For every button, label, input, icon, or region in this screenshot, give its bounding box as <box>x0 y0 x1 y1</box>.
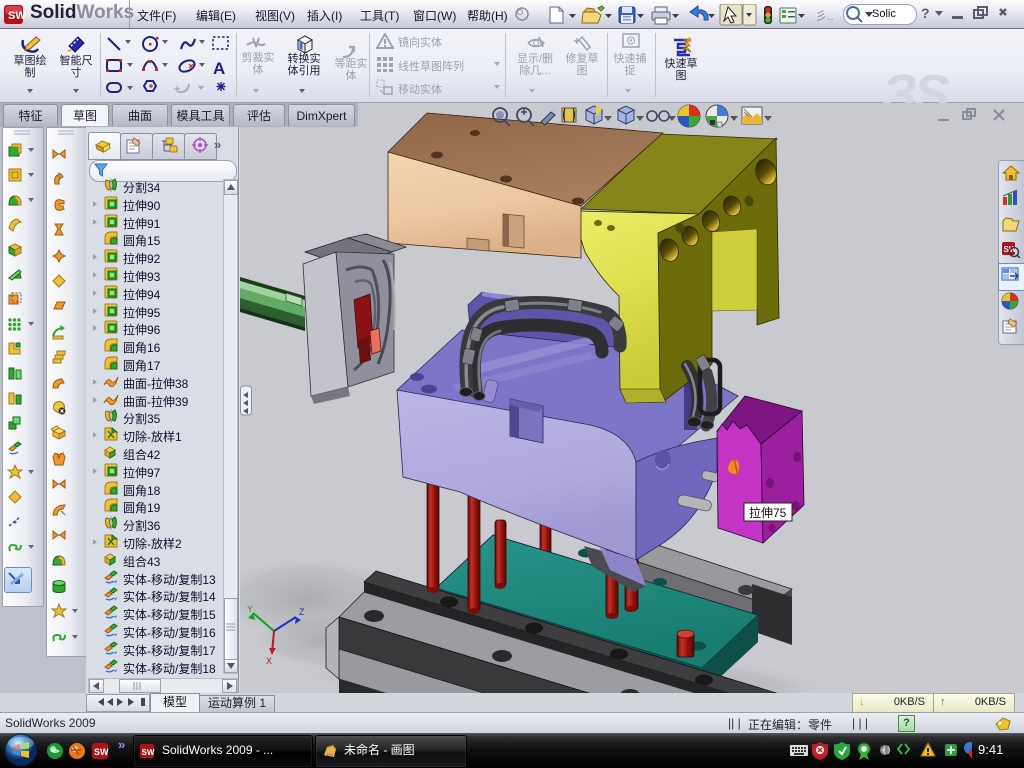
svg-text:SW: SW <box>8 10 26 22</box>
svg-text:SW: SW <box>142 748 155 757</box>
svg-text:拉伸75: 拉伸75 <box>749 505 787 520</box>
svg-text:Z: Z <box>299 607 305 617</box>
svg-text:Y: Y <box>247 604 253 614</box>
svg-text:彡..: 彡.. <box>815 9 834 23</box>
svg-text:A: A <box>213 59 225 78</box>
svg-text:SW: SW <box>94 747 109 757</box>
svg-text:X: X <box>266 656 272 666</box>
